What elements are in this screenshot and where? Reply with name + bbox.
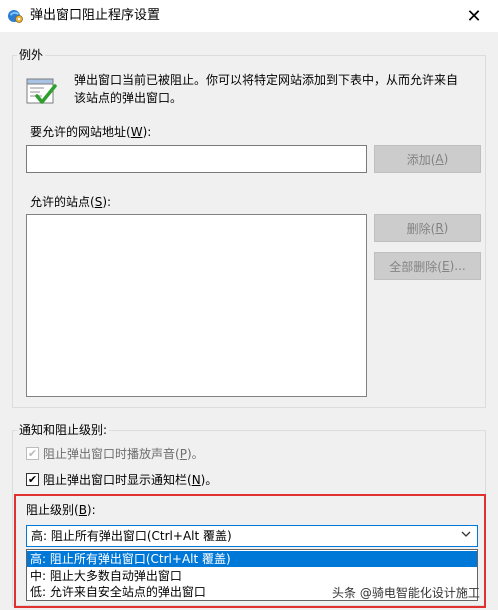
close-icon: ✕ bbox=[466, 5, 482, 27]
add-button[interactable]: 添加(A) bbox=[374, 145, 481, 173]
remove-button[interactable]: 删除(R) bbox=[374, 214, 481, 242]
ie-settings-icon bbox=[7, 8, 23, 24]
close-button[interactable]: ✕ bbox=[450, 0, 498, 32]
allowed-sites-label: 允许的站点(S): bbox=[30, 195, 112, 209]
checkmark-icon: ✔ bbox=[27, 447, 38, 460]
popup-blocker-icon bbox=[25, 76, 57, 108]
blocking-level-option-medium[interactable]: 中: 阻止大多数自动弹出窗口 bbox=[27, 568, 477, 584]
notifications-legend: 通知和阻止级别: bbox=[17, 423, 110, 437]
checkmark-icon: ✔ bbox=[27, 473, 38, 486]
exceptions-description-line2: 该站点的弹出窗口。 bbox=[74, 91, 183, 105]
show-notification-bar-checkbox[interactable]: ✔ bbox=[26, 473, 39, 486]
blocking-level-selected: 高: 阻止所有弹出窗口(Ctrl+Alt 覆盖) bbox=[31, 529, 232, 543]
allowed-sites-list[interactable] bbox=[26, 214, 367, 397]
exceptions-legend: 例外 bbox=[17, 48, 46, 62]
website-address-input[interactable] bbox=[26, 145, 367, 173]
window-title: 弹出窗口阻止程序设置 bbox=[30, 8, 161, 23]
remove-all-button[interactable]: 全部删除(E)... bbox=[374, 252, 481, 280]
show-notification-bar-label: 阻止弹出窗口时显示通知栏(N)。 bbox=[43, 473, 218, 487]
play-sound-checkbox[interactable]: ✔ bbox=[26, 447, 39, 460]
blocking-level-select[interactable]: 高: 阻止所有弹出窗口(Ctrl+Alt 覆盖) bbox=[26, 525, 478, 547]
blocking-level-label: 阻止级别(B): bbox=[26, 503, 96, 517]
address-label: 要允许的网站地址(W): bbox=[30, 125, 152, 139]
play-sound-label: 阻止弹出窗口时播放声音(P)。 bbox=[43, 447, 204, 461]
exceptions-description-line1: 弹出窗口当前已被阻止。你可以将特定网站添加到下表中，从而允许来自 bbox=[74, 73, 459, 87]
blocking-level-option-high[interactable]: 高: 阻止所有弹出窗口(Ctrl+Alt 覆盖) bbox=[27, 551, 477, 567]
watermark: 头条 @骑电智能化设计施工 bbox=[332, 586, 480, 600]
chevron-down-icon bbox=[461, 528, 471, 544]
